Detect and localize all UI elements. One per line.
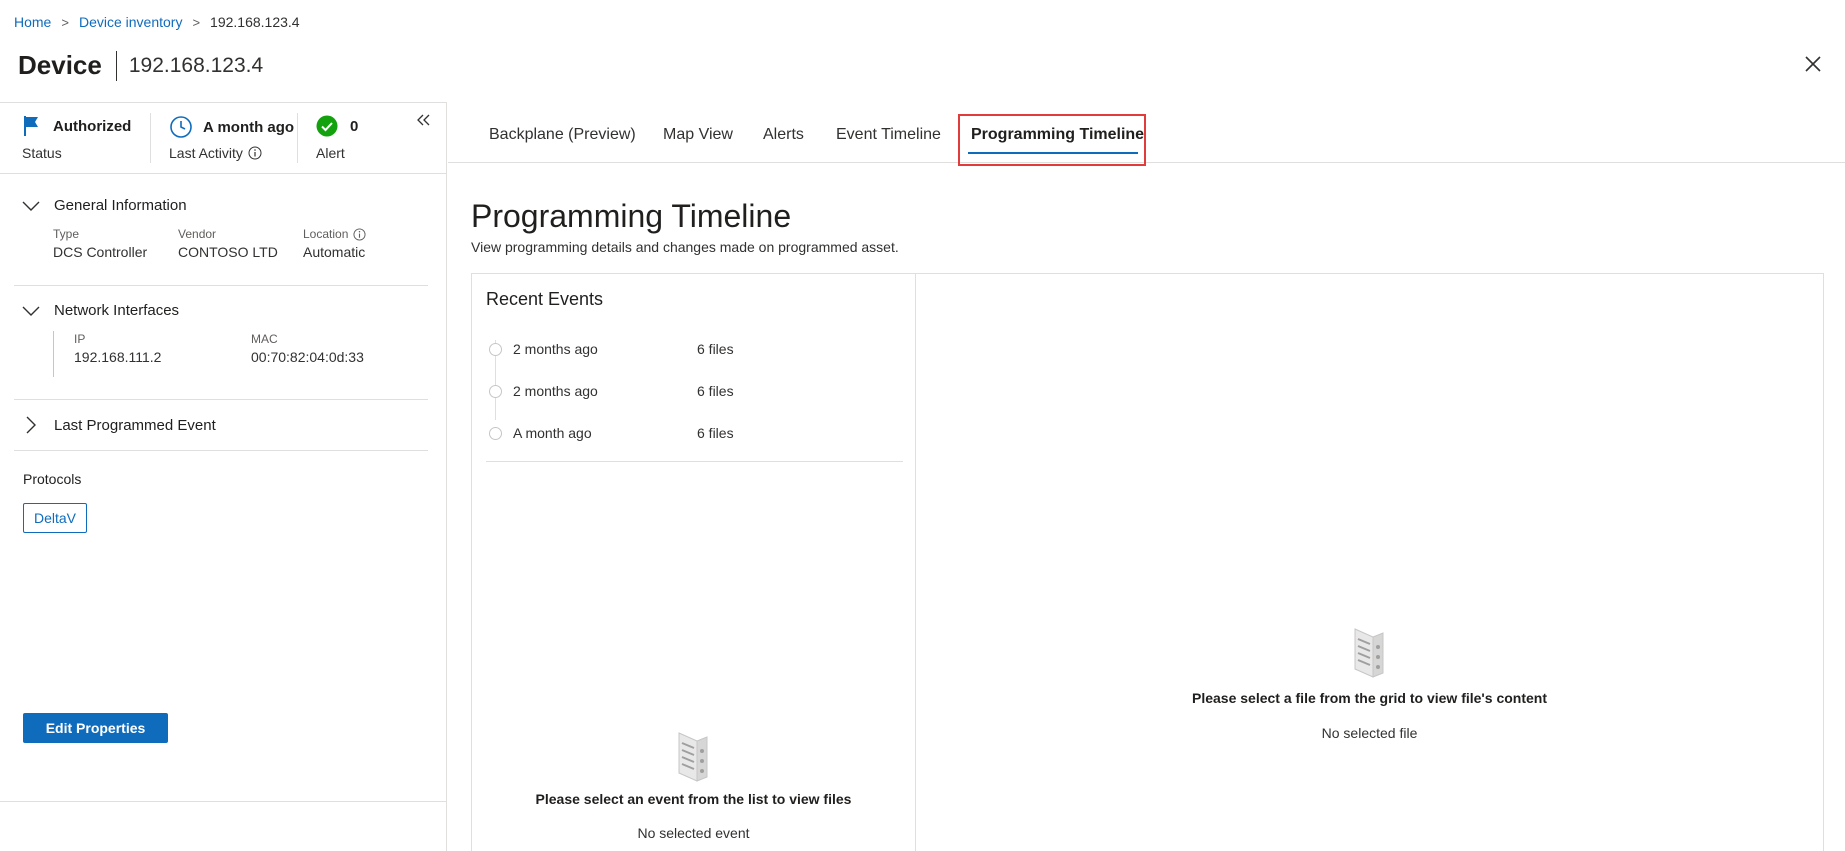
file-content-icon [1354, 628, 1384, 678]
event-file-count: 6 files [697, 425, 734, 441]
empty-file-subtitle: No selected file [1321, 725, 1418, 741]
list-item[interactable]: 2 months ago 6 files [472, 381, 912, 405]
tab-map-view[interactable]: Map View [663, 126, 733, 144]
info-icon[interactable] [248, 146, 262, 160]
breadcrumb-separator: > [61, 14, 69, 30]
network-interfaces-title: Network Interfaces [54, 302, 180, 319]
list-divider [486, 461, 903, 462]
chevron-right-icon [26, 416, 36, 434]
status-value: Authorized [53, 117, 132, 135]
event-file-count: 6 files [697, 383, 734, 399]
protocols-label: Protocols [23, 471, 82, 487]
chevron-down-icon [22, 306, 40, 316]
left-pane-footer [0, 801, 446, 851]
alert-value: 0 [350, 117, 359, 135]
tab-alerts[interactable]: Alerts [763, 126, 804, 144]
event-file-count: 6 files [697, 341, 734, 357]
mac-label: MAC [251, 332, 278, 346]
collapse-pane-icon[interactable] [414, 111, 434, 131]
type-label: Type [53, 227, 80, 241]
chevron-down-icon [22, 201, 40, 211]
main-subtitle: View programming details and changes mad… [471, 239, 899, 255]
breadcrumb-current: 192.168.123.4 [210, 14, 300, 30]
mac-field: MAC 00:70:82:04:0d:33 [251, 332, 364, 365]
status-separator [297, 113, 298, 163]
main-title: Programming Timeline [471, 198, 792, 234]
list-item[interactable]: 2 months ago 6 files [472, 339, 912, 363]
breadcrumb-home-link[interactable]: Home [14, 14, 51, 30]
section-divider [14, 399, 428, 400]
page-header: Device 192.168.123.4 [18, 50, 263, 81]
vendor-label: Vendor [178, 227, 217, 241]
last-activity-value: A month ago [203, 118, 295, 136]
clock-icon [170, 116, 192, 138]
recent-events-panel: Recent Events 2 months ago 6 files 2 mon… [471, 273, 916, 851]
alert-label: Alert [316, 145, 345, 161]
location-value: Automatic [303, 244, 366, 260]
tab-backplane[interactable]: Backplane (Preview) [489, 126, 636, 144]
timeline-dot-icon [489, 385, 502, 398]
protocol-tag[interactable]: DeltaV [23, 503, 88, 533]
breadcrumb-separator: > [192, 14, 201, 30]
breadcrumb-device-inventory-link[interactable]: Device inventory [79, 14, 183, 30]
info-icon[interactable] [353, 227, 366, 241]
section-divider [14, 285, 428, 286]
section-divider [14, 450, 428, 451]
status-bar: Authorized Status A month ago Last Activ… [0, 103, 446, 174]
device-ip-title: 192.168.123.4 [128, 53, 264, 77]
ip-value: 192.168.111.2 [74, 349, 162, 365]
vendor-field: Vendor CONTOSO LTD [178, 227, 278, 260]
network-interfaces-header[interactable]: Network Interfaces [22, 302, 179, 319]
vendor-value: CONTOSO LTD [178, 244, 278, 260]
type-value: DCS Controller [53, 244, 148, 260]
general-information-title: General Information [54, 197, 187, 214]
last-programmed-event-title: Last Programmed Event [54, 416, 216, 434]
list-item[interactable]: A month ago 6 files [472, 423, 912, 447]
ip-label: IP [74, 332, 86, 346]
breadcrumb: Home > Device inventory > 192.168.123.4 [14, 14, 300, 30]
empty-events-subtitle: No selected event [637, 825, 750, 841]
page-title: Device [18, 50, 102, 80]
header-divider [115, 50, 117, 81]
general-information-header[interactable]: General Information [22, 197, 187, 214]
status-separator [150, 113, 151, 163]
last-programmed-event-header[interactable]: Last Programmed Event [22, 416, 216, 434]
interface-indent-line [53, 331, 54, 377]
tab-highlight-box [958, 114, 1146, 166]
check-circle-icon [316, 115, 338, 137]
timeline-dot-icon [489, 427, 502, 440]
file-viewer-panel: Please select a file from the grid to vi… [915, 273, 1824, 851]
type-field: Type DCS Controller [53, 227, 147, 260]
recent-events-title: Recent Events [486, 289, 604, 309]
event-time: 2 months ago [513, 341, 598, 357]
mac-value: 00:70:82:04:0d:33 [251, 349, 364, 365]
ip-field: IP 192.168.111.2 [74, 332, 161, 365]
event-time: 2 months ago [513, 383, 598, 399]
flag-icon [24, 116, 38, 136]
file-list-icon [678, 732, 708, 782]
close-icon[interactable] [1801, 52, 1825, 76]
event-time: A month ago [513, 425, 592, 441]
last-activity-label: Last Activity [169, 145, 243, 161]
tab-event-timeline[interactable]: Event Timeline [836, 126, 941, 144]
status-label: Status [22, 145, 62, 161]
timeline-dot-icon [489, 343, 502, 356]
edit-properties-button[interactable]: Edit Properties [23, 713, 168, 743]
location-field: Location Automatic [303, 227, 366, 260]
empty-file-title: Please select a file from the grid to vi… [1192, 690, 1547, 706]
location-label: Location [303, 227, 349, 241]
empty-events-title: Please select an event from the list to … [535, 791, 852, 807]
tab-bar: Backplane (Preview) Map View Alerts Even… [448, 102, 1845, 163]
